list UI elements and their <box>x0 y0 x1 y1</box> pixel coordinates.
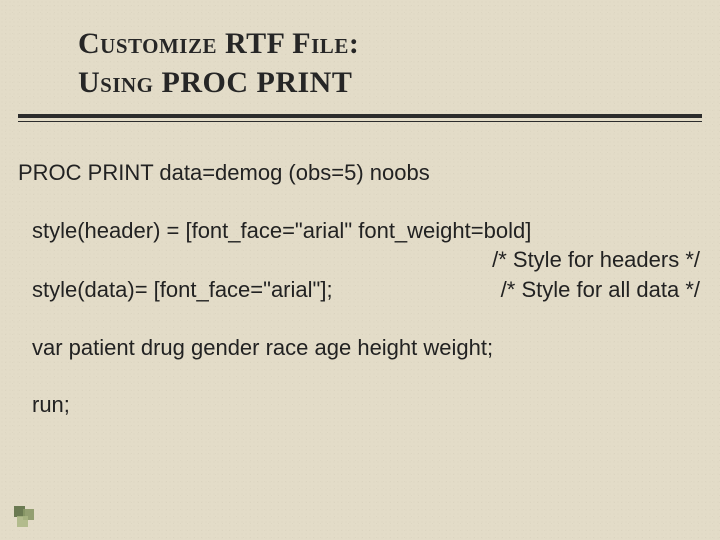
title-line-1: Customize RTF File: <box>78 24 359 63</box>
slide-title: Customize RTF File: Using PROC PRINT <box>78 24 359 102</box>
horizontal-rule-thick <box>18 114 702 118</box>
code-block: PROC PRINT data=demog (obs=5) noobs styl… <box>18 158 702 420</box>
horizontal-rule-thin <box>18 121 702 122</box>
code-style-data: style(data)= [font_face="arial"]; <box>32 275 333 305</box>
code-comment-data: /* Style for all data */ <box>501 275 702 305</box>
code-proc-print: PROC PRINT data=demog (obs=5) noobs <box>18 158 702 188</box>
title-line-2: Using PROC PRINT <box>78 63 359 102</box>
code-run: run; <box>18 390 702 420</box>
slide-accent-icon <box>14 506 36 528</box>
code-style-header: style(header) = [font_face="arial" font_… <box>18 216 702 246</box>
code-var-statement: var patient drug gender race age height … <box>18 333 702 363</box>
code-comment-headers: /* Style for headers */ <box>492 245 702 275</box>
